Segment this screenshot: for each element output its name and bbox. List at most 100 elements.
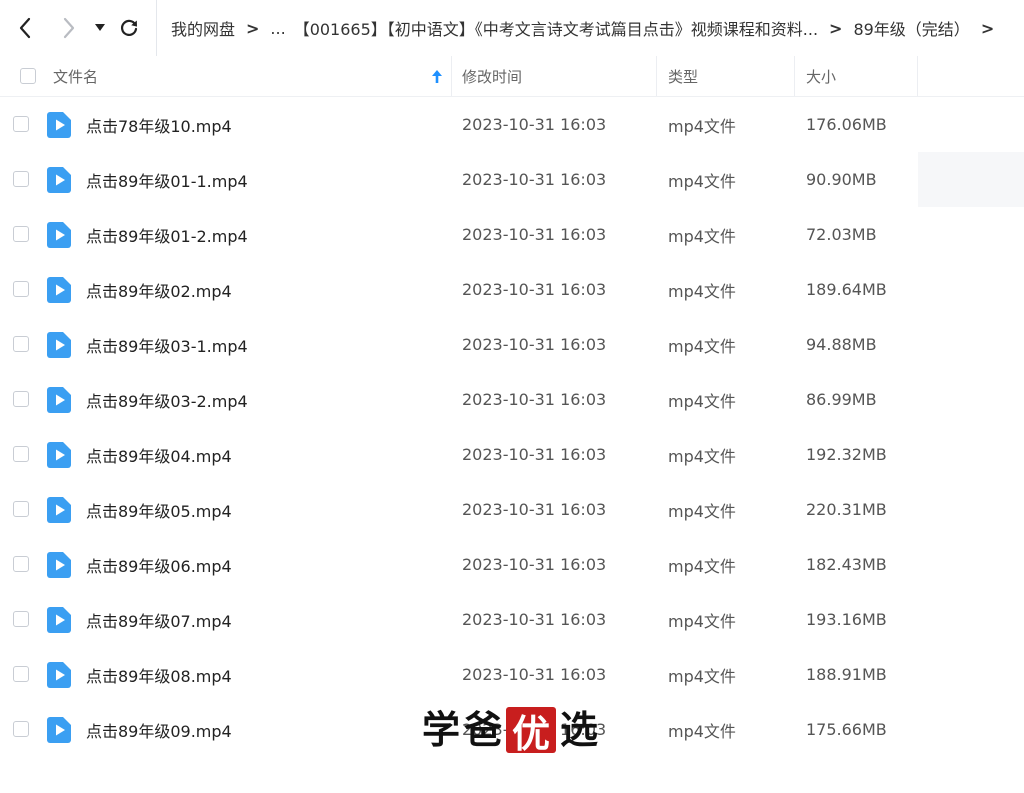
video-file-icon	[47, 277, 71, 303]
row-checkbox[interactable]	[13, 281, 29, 297]
file-name[interactable]: 点击89年级01-2.mp4	[86, 207, 248, 262]
file-size: 220.31MB	[806, 500, 887, 519]
file-modified: 2023-10-31 16:03	[462, 280, 607, 299]
file-type: mp4文件	[668, 666, 736, 686]
column-divider[interactable]	[451, 56, 452, 96]
breadcrumb-ellipsis[interactable]: ...	[266, 19, 289, 38]
file-name[interactable]: 点击89年级02.mp4	[86, 262, 232, 317]
row-checkbox[interactable]	[13, 446, 29, 462]
file-size: 72.03MB	[806, 225, 877, 244]
file-name[interactable]: 点击78年级10.mp4	[86, 97, 232, 152]
file-row[interactable]: 点击89年级05.mp4 2023-10-31 16:03 mp4文件 220.…	[0, 482, 1024, 537]
file-type: mp4文件	[668, 446, 736, 466]
file-row[interactable]: 点击89年级04.mp4 2023-10-31 16:03 mp4文件 192.…	[0, 427, 1024, 482]
file-name[interactable]: 点击89年级03-1.mp4	[86, 317, 248, 372]
breadcrumb-root[interactable]: 我的网盘	[167, 16, 239, 40]
file-type: mp4文件	[668, 391, 736, 411]
video-file-icon	[47, 167, 71, 193]
video-file-icon	[47, 222, 71, 248]
column-divider[interactable]	[656, 56, 657, 96]
file-modified: 2023-10-31 16:03	[462, 500, 607, 519]
video-file-icon	[47, 387, 71, 413]
row-checkbox[interactable]	[13, 171, 29, 187]
file-modified: 2023-10-31 16:03	[462, 555, 607, 574]
file-modified: 2023-10-31 16:03	[462, 115, 607, 134]
file-size: 193.16MB	[806, 610, 887, 629]
caret-down-icon	[95, 24, 105, 31]
row-checkbox[interactable]	[13, 556, 29, 572]
file-name[interactable]: 点击89年级03-2.mp4	[86, 372, 248, 427]
file-modified: 2023-10-31 16:03	[462, 445, 607, 464]
file-row[interactable]: 点击89年级03-1.mp4 2023-10-31 16:03 mp4文件 94…	[0, 317, 1024, 372]
file-type: mp4文件	[668, 336, 736, 356]
file-size: 176.06MB	[806, 115, 887, 134]
file-size: 182.43MB	[806, 555, 887, 574]
breadcrumb-folder[interactable]: 【001665】【初中语文】《中考文言诗文考试篇目点击》视频课程和资料...	[290, 16, 822, 40]
arrow-up-icon[interactable]	[432, 70, 442, 83]
row-checkbox[interactable]	[13, 721, 29, 737]
file-name[interactable]: 点击89年级05.mp4	[86, 482, 232, 537]
file-size: 188.91MB	[806, 665, 887, 684]
row-checkbox[interactable]	[13, 501, 29, 517]
breadcrumb-current[interactable]: 89年级（完结）	[849, 16, 973, 40]
refresh-icon	[121, 19, 138, 36]
file-type: mp4文件	[668, 116, 736, 136]
file-list-header: 文件名 修改时间 类型 大小	[0, 56, 1024, 97]
file-name[interactable]: 点击89年级01-1.mp4	[86, 152, 248, 207]
file-type: mp4文件	[668, 281, 736, 301]
file-type: mp4文件	[668, 226, 736, 246]
file-row[interactable]: 点击89年级03-2.mp4 2023-10-31 16:03 mp4文件 86…	[0, 372, 1024, 427]
video-file-icon	[47, 607, 71, 633]
file-modified: 2023-10-31 16:03	[462, 225, 607, 244]
file-row[interactable]: 点击89年级07.mp4 2023-10-31 16:03 mp4文件 193.…	[0, 592, 1024, 647]
file-row[interactable]: 点击89年级08.mp4 2023-10-31 16:03 mp4文件 188.…	[0, 647, 1024, 702]
file-size: 189.64MB	[806, 280, 887, 299]
file-name[interactable]: 点击89年级06.mp4	[86, 537, 232, 592]
breadcrumb-separator: >	[246, 18, 260, 38]
row-checkbox[interactable]	[13, 391, 29, 407]
column-header-type[interactable]: 类型	[668, 56, 698, 96]
video-file-icon	[47, 717, 71, 743]
back-button[interactable]	[10, 0, 40, 56]
select-all-checkbox[interactable]	[20, 68, 36, 84]
row-checkbox[interactable]	[13, 666, 29, 682]
file-name[interactable]: 点击89年级04.mp4	[86, 427, 232, 482]
file-type: mp4文件	[668, 501, 736, 521]
file-size: 86.99MB	[806, 390, 877, 409]
row-checkbox[interactable]	[13, 226, 29, 242]
file-row[interactable]: 点击89年级01-1.mp4 2023-10-31 16:03 mp4文件 90…	[0, 152, 1024, 207]
video-file-icon	[47, 552, 71, 578]
watermark-stamp: 优	[506, 707, 557, 756]
history-dropdown-button[interactable]	[90, 0, 110, 56]
file-modified: 2023-10-31 16:03	[462, 170, 607, 189]
file-modified: 2023-10-31 16:03	[462, 390, 607, 409]
row-checkbox[interactable]	[13, 611, 29, 627]
column-header-size[interactable]: 大小	[806, 56, 836, 96]
navigation-bar: 我的网盘 > ... 【001665】【初中语文】《中考文言诗文考试篇目点击》视…	[0, 0, 1024, 57]
file-name[interactable]: 点击89年级09.mp4	[86, 702, 232, 757]
file-size: 192.32MB	[806, 445, 887, 464]
refresh-button[interactable]	[114, 0, 144, 56]
breadcrumb-separator: >	[980, 18, 995, 38]
column-header-name[interactable]: 文件名	[53, 56, 98, 96]
file-modified: 2023-10-31 16:03	[462, 335, 607, 354]
column-header-modified[interactable]: 修改时间	[462, 56, 522, 96]
file-row[interactable]: 点击89年级01-2.mp4 2023-10-31 16:03 mp4文件 72…	[0, 207, 1024, 262]
video-file-icon	[47, 442, 71, 468]
file-row[interactable]: 点击89年级02.mp4 2023-10-31 16:03 mp4文件 189.…	[0, 262, 1024, 317]
file-name[interactable]: 点击89年级07.mp4	[86, 592, 232, 647]
column-divider[interactable]	[794, 56, 795, 96]
chevron-right-icon	[63, 17, 75, 39]
file-row[interactable]: 点击89年级06.mp4 2023-10-31 16:03 mp4文件 182.…	[0, 537, 1024, 592]
file-modified: 2023-10-31 16:03	[462, 610, 607, 629]
watermark-char: 学	[422, 707, 461, 752]
file-name[interactable]: 点击89年级08.mp4	[86, 647, 232, 702]
watermark-char: 选	[560, 707, 599, 752]
file-row[interactable]: 点击78年级10.mp4 2023-10-31 16:03 mp4文件 176.…	[0, 97, 1024, 152]
forward-button[interactable]	[54, 0, 84, 56]
column-divider[interactable]	[917, 56, 918, 96]
row-checkbox[interactable]	[13, 116, 29, 132]
row-checkbox[interactable]	[13, 336, 29, 352]
file-type: mp4文件	[668, 171, 736, 191]
file-modified: 2023-10-31 16:03	[462, 665, 607, 684]
